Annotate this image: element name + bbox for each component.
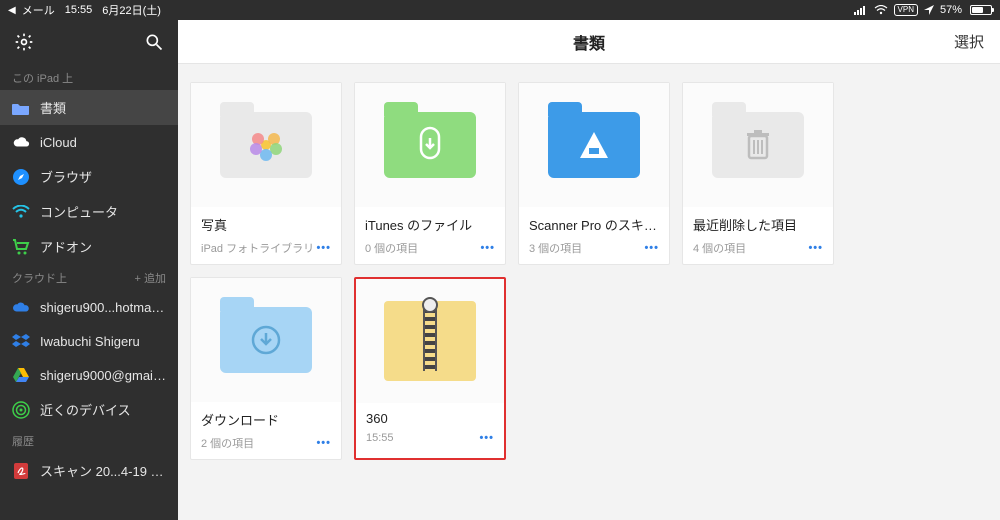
card-thumbnail: [191, 83, 341, 207]
folder-icon: [220, 112, 312, 178]
card-name: iTunes のファイル: [355, 207, 505, 236]
battery-percent: 57%: [940, 4, 962, 16]
radar-icon: [12, 401, 30, 419]
pdf-icon: [12, 462, 30, 480]
dropbox-icon: [12, 332, 30, 350]
sidebar-item-label: 近くのデバイス: [40, 400, 131, 419]
file-card[interactable]: ダウンロード 2 個の項目 •••: [190, 277, 342, 460]
card-meta: 3 個の項目: [529, 240, 582, 256]
sidebar-item-gdrive[interactable]: shigeru9000@gmail.com: [0, 358, 178, 392]
card-meta: 2 個の項目: [201, 435, 254, 451]
sidebar-item-wifi[interactable]: コンピュータ: [0, 194, 178, 229]
sidebar-section-local: この iPad 上: [0, 64, 178, 90]
folder-icon: [712, 112, 804, 178]
file-card[interactable]: 写真 iPad フォトライブラリ •••: [190, 82, 342, 265]
status-time: 15:55: [65, 4, 93, 16]
sidebar-item-label: アドオン: [40, 237, 92, 256]
signal-icon: [854, 5, 868, 15]
sidebar-item-label: スキャン 20...4-19 17.35: [40, 461, 166, 480]
sidebar-item-compass[interactable]: ブラウザ: [0, 159, 178, 194]
card-name: 写真: [191, 207, 341, 236]
more-actions-icon[interactable]: •••: [316, 242, 331, 254]
cart-icon: [12, 238, 30, 256]
file-grid: 写真 iPad フォトライブラリ ••• iTunes のファイル 0 個の項目…: [178, 64, 1000, 520]
sidebar-item-label: ブラウザ: [40, 167, 92, 186]
sidebar-item-label: shigeru900...hotmail.co.jp: [40, 300, 166, 315]
card-name: ダウンロード: [191, 402, 341, 431]
main-header: 書類 選択: [178, 20, 1000, 64]
sidebar-item-label: Iwabuchi Shigeru: [40, 334, 140, 349]
sidebar-item-pdf[interactable]: スキャン 20...4-19 17.35: [0, 453, 178, 488]
onedrive-icon: [12, 298, 30, 316]
file-card[interactable]: 最近削除した項目 4 個の項目 •••: [682, 82, 834, 265]
more-actions-icon[interactable]: •••: [808, 242, 823, 254]
sidebar-item-label: shigeru9000@gmail.com: [40, 368, 166, 383]
more-actions-icon[interactable]: •••: [644, 242, 659, 254]
sidebar-item-dropbox[interactable]: Iwabuchi Shigeru: [0, 324, 178, 358]
card-thumbnail: [191, 278, 341, 402]
wifi-icon: [12, 203, 30, 221]
battery-icon: [968, 5, 992, 15]
page-title: 書類: [573, 30, 605, 54]
compass-icon: [12, 168, 30, 186]
sidebar-item-folder[interactable]: 書類: [0, 90, 178, 125]
status-date: 6月22日(土): [102, 2, 161, 18]
sidebar-item-label: iCloud: [40, 135, 77, 150]
gdrive-icon: [12, 366, 30, 384]
main-pane: 書類 選択 写真 iPad フォトライブラリ ••• iTunes のファイル …: [178, 20, 1000, 520]
card-meta: 15:55: [366, 432, 394, 444]
zip-file-icon: [384, 301, 476, 381]
search-icon[interactable]: [144, 32, 164, 52]
wifi-icon: [874, 5, 888, 15]
status-bar: ◀ メール 15:55 6月22日(土) VPN 57%: [0, 0, 1000, 20]
sidebar: この iPad 上 書類 iCloud ブラウザコンピュータアドオン クラウド上 +…: [0, 20, 178, 520]
file-card[interactable]: Scanner Pro のスキャン 3 個の項目 •••: [518, 82, 670, 265]
sidebar-section-history: 履歴: [0, 427, 178, 453]
card-meta: 4 個の項目: [693, 240, 746, 256]
card-name: 最近削除した項目: [683, 207, 833, 236]
card-meta: 0 個の項目: [365, 240, 418, 256]
folder-icon: [220, 307, 312, 373]
card-name: 360: [356, 403, 504, 428]
card-name: Scanner Pro のスキャン: [519, 207, 669, 236]
back-to-app-label[interactable]: メール: [22, 2, 55, 18]
select-button[interactable]: 選択: [954, 31, 984, 52]
folder-icon: [384, 112, 476, 178]
sidebar-item-onedrive[interactable]: shigeru900...hotmail.co.jp: [0, 290, 178, 324]
sidebar-item-cloud[interactable]: iCloud: [0, 125, 178, 159]
card-thumbnail: [355, 83, 505, 207]
sidebar-item-radar[interactable]: 近くのデバイス: [0, 392, 178, 427]
more-actions-icon[interactable]: •••: [480, 242, 495, 254]
file-card[interactable]: 360 15:55 •••: [354, 277, 506, 460]
sidebar-item-cart[interactable]: アドオン: [0, 229, 178, 264]
card-thumbnail: [356, 279, 504, 403]
cloud-icon: [12, 133, 30, 151]
more-actions-icon[interactable]: •••: [479, 432, 494, 444]
settings-gear-icon[interactable]: [14, 32, 34, 52]
card-thumbnail: [683, 83, 833, 207]
sidebar-section-cloud: クラウド上 + 追加: [0, 264, 178, 290]
card-thumbnail: [519, 83, 669, 207]
back-to-app-chevron-icon[interactable]: ◀: [8, 5, 16, 16]
folder-icon: [12, 99, 30, 117]
add-cloud-button[interactable]: + 追加: [135, 270, 166, 286]
card-meta: iPad フォトライブラリ: [201, 240, 314, 256]
folder-icon: [548, 112, 640, 178]
sidebar-item-label: 書類: [40, 98, 66, 117]
file-card[interactable]: iTunes のファイル 0 個の項目 •••: [354, 82, 506, 265]
location-icon: [924, 5, 934, 15]
more-actions-icon[interactable]: •••: [316, 437, 331, 449]
sidebar-item-label: コンピュータ: [40, 202, 118, 221]
vpn-badge: VPN: [894, 4, 918, 16]
